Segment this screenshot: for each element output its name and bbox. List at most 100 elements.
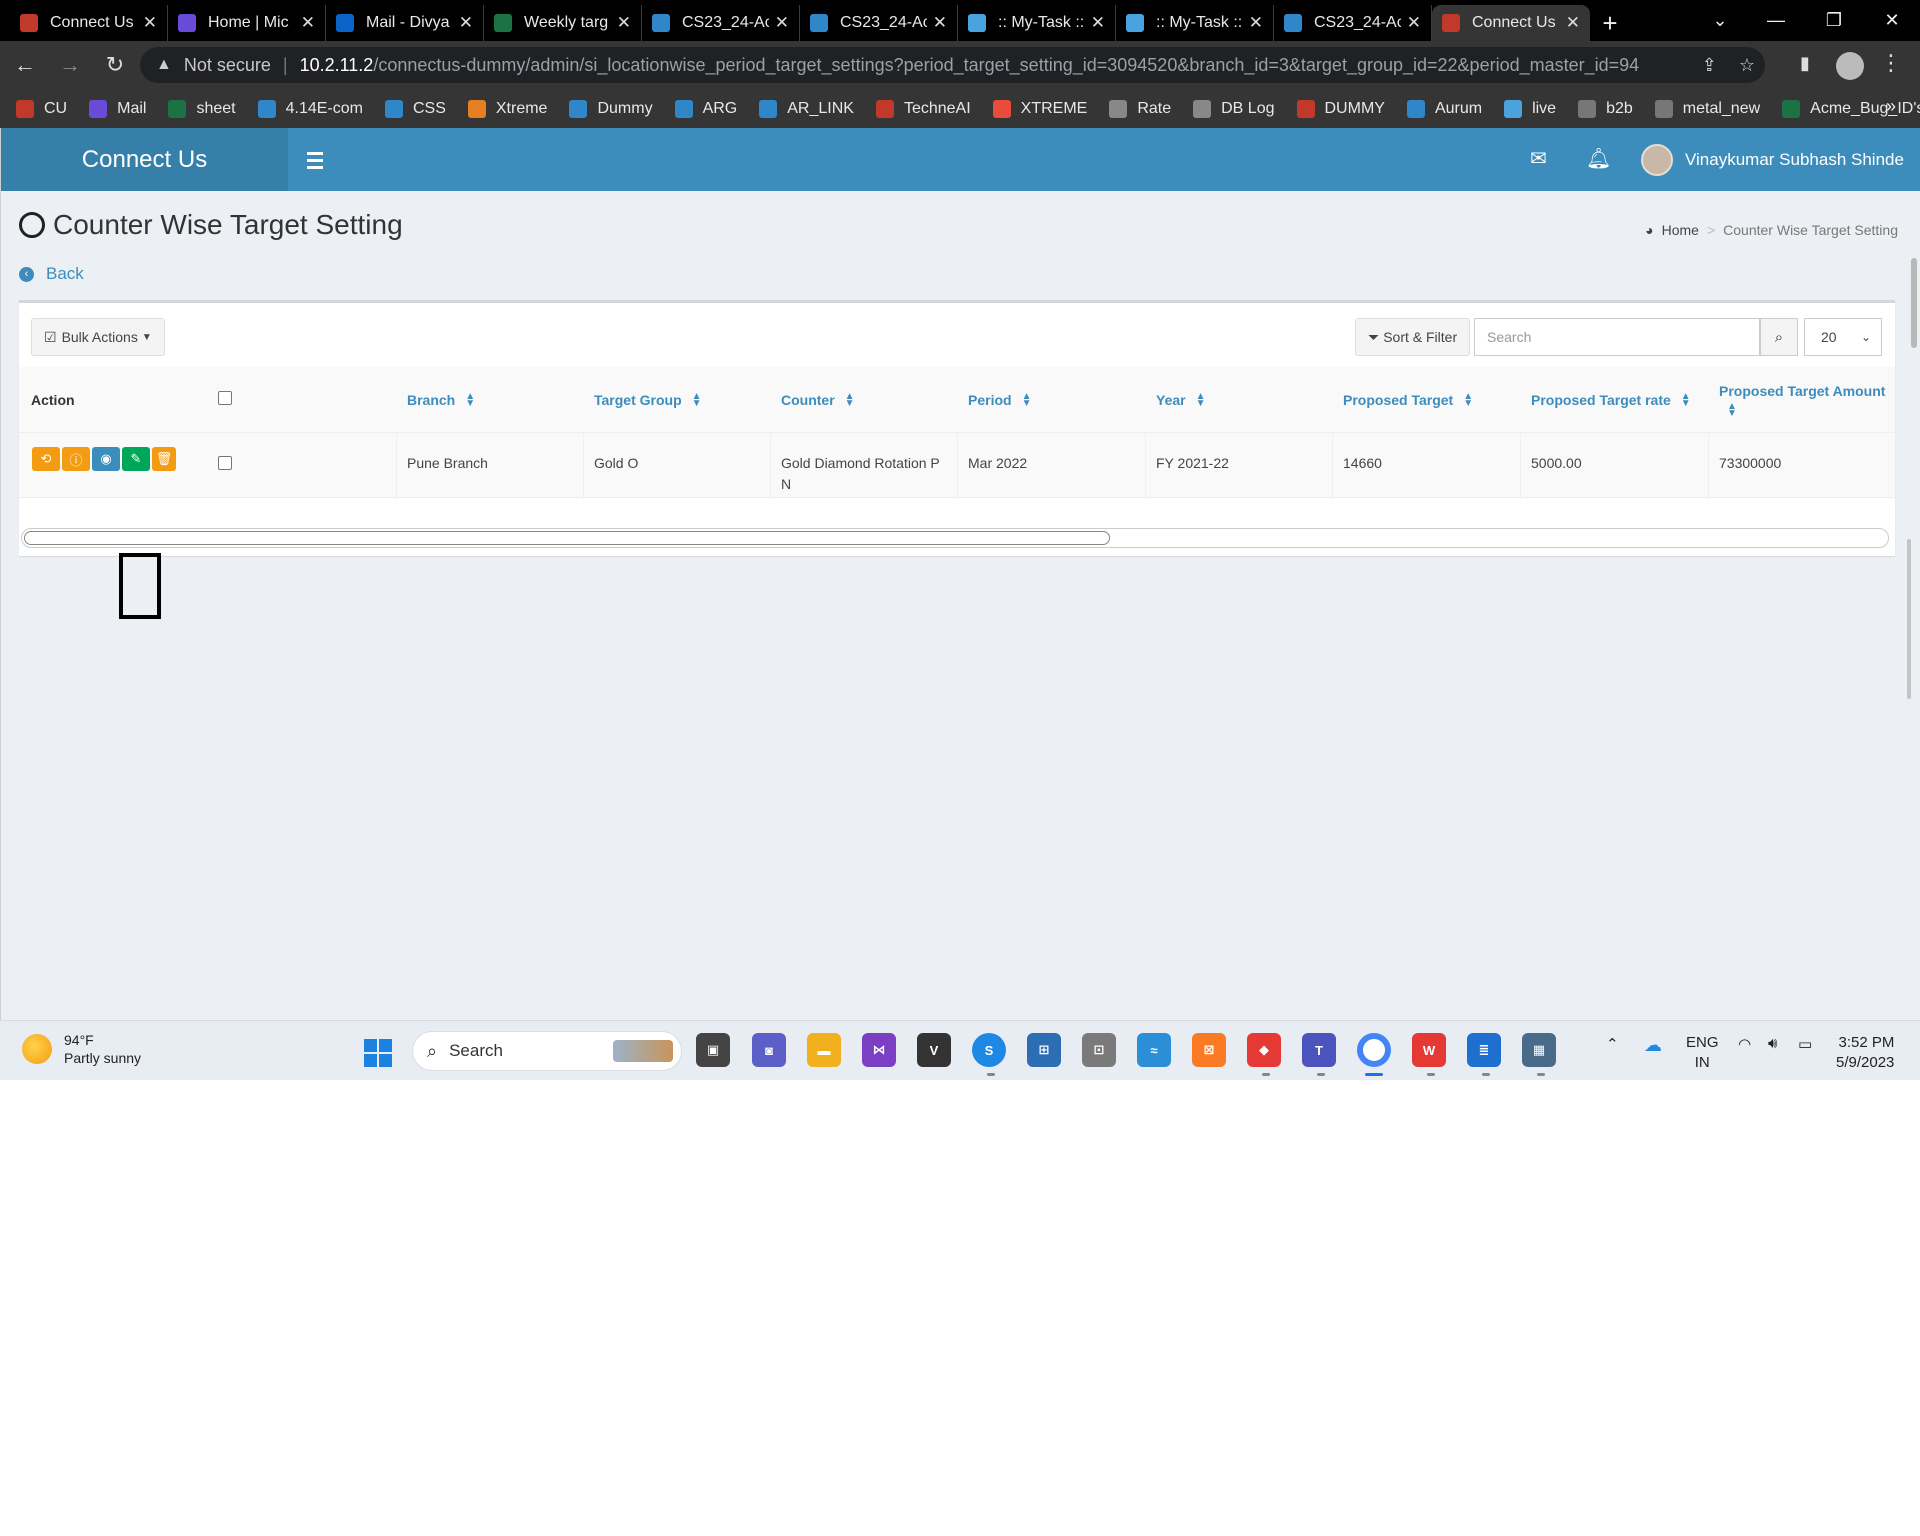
task-view-icon[interactable]: ▣ xyxy=(696,1033,730,1067)
show-hidden-icons-chevron-icon[interactable]: ⌃ xyxy=(1606,1035,1619,1053)
browser-tab[interactable]: CS23_24-Ac ✕ xyxy=(800,5,958,41)
network-connections-icon[interactable]: ⊞ xyxy=(1027,1033,1061,1067)
bookmark-item[interactable]: XTREME xyxy=(992,99,1087,118)
bookmark-item[interactable]: TechneAI xyxy=(875,99,971,118)
bookmark-item[interactable]: Rate xyxy=(1109,99,1171,118)
bookmark-item[interactable]: ARG xyxy=(674,99,737,118)
bookmark-item[interactable]: Xtreme xyxy=(467,99,547,118)
bookmark-item[interactable]: Aurum xyxy=(1406,99,1482,118)
user-menu[interactable]: Vinaykumar Subhash Shinde xyxy=(1641,140,1904,180)
header-period[interactable]: Period ▲ ▼ xyxy=(968,367,1031,432)
teams-chat-icon[interactable]: ◙ xyxy=(752,1033,786,1067)
info-button[interactable]: ⓘ xyxy=(62,447,90,471)
clock[interactable]: 3:52 PM 5/9/2023 xyxy=(1836,1033,1894,1073)
url-host[interactable]: 10.2.11.2 xyxy=(300,55,374,76)
side-panel-icon[interactable]: ▮ xyxy=(1800,53,1810,74)
close-tab-icon[interactable]: ✕ xyxy=(459,13,473,33)
page-size-select[interactable]: 20 ⌄ xyxy=(1804,318,1882,356)
battery-icon[interactable]: ▭ xyxy=(1798,1035,1812,1053)
bookmark-item[interactable]: Mail xyxy=(89,99,146,118)
sidebar-toggle-icon[interactable] xyxy=(301,146,329,174)
forward-arrow-icon[interactable]: → xyxy=(50,45,90,85)
table-vertical-scrollbar[interactable] xyxy=(1907,539,1911,699)
close-tab-icon[interactable]: ✕ xyxy=(1091,13,1105,33)
bookmark-item[interactable]: 4.14E-com xyxy=(257,99,363,118)
reload-icon[interactable]: ↻ xyxy=(95,45,135,85)
bookmark-item[interactable]: DB Log xyxy=(1193,99,1275,118)
onedrive-cloud-icon[interactable]: ☁ xyxy=(1644,1035,1662,1056)
edit-button[interactable]: ✎ xyxy=(122,447,150,471)
header-proposed-target[interactable]: Proposed Target ▲ ▼ xyxy=(1343,367,1473,432)
security-label[interactable]: Not secure xyxy=(184,55,271,76)
messages-envelope-icon[interactable]: ✉ xyxy=(1530,146,1547,171)
scrollbar-thumb[interactable] xyxy=(24,531,1110,545)
close-tab-icon[interactable]: ✕ xyxy=(1566,13,1580,33)
browser-tab[interactable]: Connect Us ✕ xyxy=(10,5,168,41)
horizontal-scrollbar[interactable] xyxy=(21,528,1889,548)
profile-avatar[interactable] xyxy=(1836,52,1864,80)
volume-icon[interactable]: 🔊︎ xyxy=(1768,1035,1777,1052)
search-input[interactable] xyxy=(1474,318,1760,356)
visual-studio-icon[interactable]: ⋈ xyxy=(862,1033,896,1067)
minimize-button[interactable]: — xyxy=(1748,0,1804,41)
header-proposed-target-amount[interactable]: Proposed Target Amount ▲ ▼ xyxy=(1719,367,1885,432)
close-tab-icon[interactable]: ✕ xyxy=(617,13,631,33)
mysql-workbench-icon[interactable]: ≈ xyxy=(1137,1033,1171,1067)
bookmark-item[interactable]: AR_LINK xyxy=(759,99,854,118)
bookmark-item[interactable]: b2b xyxy=(1578,99,1633,118)
security-manager-icon[interactable]: ⊡ xyxy=(1082,1033,1116,1067)
bookmark-item[interactable]: live xyxy=(1504,99,1556,118)
browser-tab[interactable]: Home | Mic ✕ xyxy=(168,5,326,41)
warning-icon[interactable]: ▲ xyxy=(156,56,172,74)
taskbar-search[interactable]: ⌕ Search xyxy=(412,1031,682,1071)
bookmark-item[interactable]: CSS xyxy=(384,99,446,118)
close-tab-icon[interactable]: ✕ xyxy=(933,13,947,33)
bookmark-item[interactable]: CU xyxy=(16,99,67,118)
header-target-group[interactable]: Target Group ▲ ▼ xyxy=(594,367,702,432)
header-counter[interactable]: Counter ▲ ▼ xyxy=(781,367,855,432)
chrome-icon[interactable] xyxy=(1357,1033,1391,1067)
delete-button[interactable]: 🗑︎ xyxy=(152,447,176,471)
file-explorer-icon[interactable]: ▬ xyxy=(807,1033,841,1067)
close-tab-icon[interactable]: ✕ xyxy=(775,13,789,33)
page-vertical-scrollbar[interactable] xyxy=(1911,258,1917,348)
notifications-bell-icon[interactable]: 🔔︎ xyxy=(1586,146,1611,171)
header-proposed-target-rate[interactable]: Proposed Target rate ▲ ▼ xyxy=(1531,367,1691,432)
bookmark-item[interactable]: metal_new xyxy=(1654,99,1760,118)
new-tab-button[interactable]: + xyxy=(1590,5,1630,41)
browser-tab[interactable]: CS23_24-Ac ✕ xyxy=(642,5,800,41)
select-all-checkbox[interactable] xyxy=(218,391,232,405)
wps-office-icon[interactable]: W xyxy=(1412,1033,1446,1067)
bookmark-item[interactable]: Acme_Bug_ID's xyxy=(1782,99,1920,118)
browser-tab[interactable]: :: My-Task :: ✕ xyxy=(1116,5,1274,41)
calculator-icon[interactable]: ▦ xyxy=(1522,1033,1556,1067)
header-branch[interactable]: Branch ▲ ▼ xyxy=(407,367,475,432)
weather-widget[interactable]: 94°F Partly sunny xyxy=(22,1031,141,1067)
bookmarks-overflow-icon[interactable]: » xyxy=(1886,96,1896,117)
bookmark-item[interactable]: Dummy xyxy=(569,99,653,118)
view-button[interactable]: ◉ xyxy=(92,447,120,471)
sort-filter-button[interactable]: ⏷ Sort & Filter xyxy=(1355,318,1471,356)
browser-tab[interactable]: :: My-Task :: ✕ xyxy=(958,5,1116,41)
address-bar[interactable]: ▲ Not secure | 10.2.11.2 /connectus-dumm… xyxy=(140,47,1765,83)
bookmark-item[interactable]: sheet xyxy=(168,99,236,118)
back-arrow-icon[interactable]: ← xyxy=(5,45,45,85)
history-button[interactable]: ⟲ xyxy=(32,447,60,471)
search-button[interactable]: ⌕ xyxy=(1760,318,1798,356)
anydesk-icon[interactable]: ◆ xyxy=(1247,1033,1281,1067)
restore-button[interactable]: ❐ xyxy=(1806,0,1862,41)
share-icon[interactable]: ⇪ xyxy=(1702,55,1717,76)
close-tab-icon[interactable]: ✕ xyxy=(1249,13,1263,33)
close-tab-icon[interactable]: ✕ xyxy=(143,13,157,33)
url-path[interactable]: /connectus-dummy/admin/si_locationwise_p… xyxy=(373,55,1639,76)
windows-start-icon[interactable] xyxy=(364,1039,392,1067)
tab-search-chevron-icon[interactable]: ⌄ xyxy=(1692,0,1748,41)
breadcrumb-home[interactable]: Home xyxy=(1662,222,1699,238)
table-row[interactable]: Pune Branch Gold O Gold Diamond Rotation… xyxy=(19,432,1895,499)
close-tab-icon[interactable]: ✕ xyxy=(1407,13,1421,33)
bookmark-item[interactable]: DUMMY xyxy=(1296,99,1385,118)
browser-tab[interactable]: Mail - Divya ✕ xyxy=(326,5,484,41)
skype-icon[interactable]: S xyxy=(972,1033,1006,1067)
teams-icon[interactable]: T xyxy=(1302,1033,1336,1067)
back-link[interactable]: ‹ Back xyxy=(19,264,84,284)
